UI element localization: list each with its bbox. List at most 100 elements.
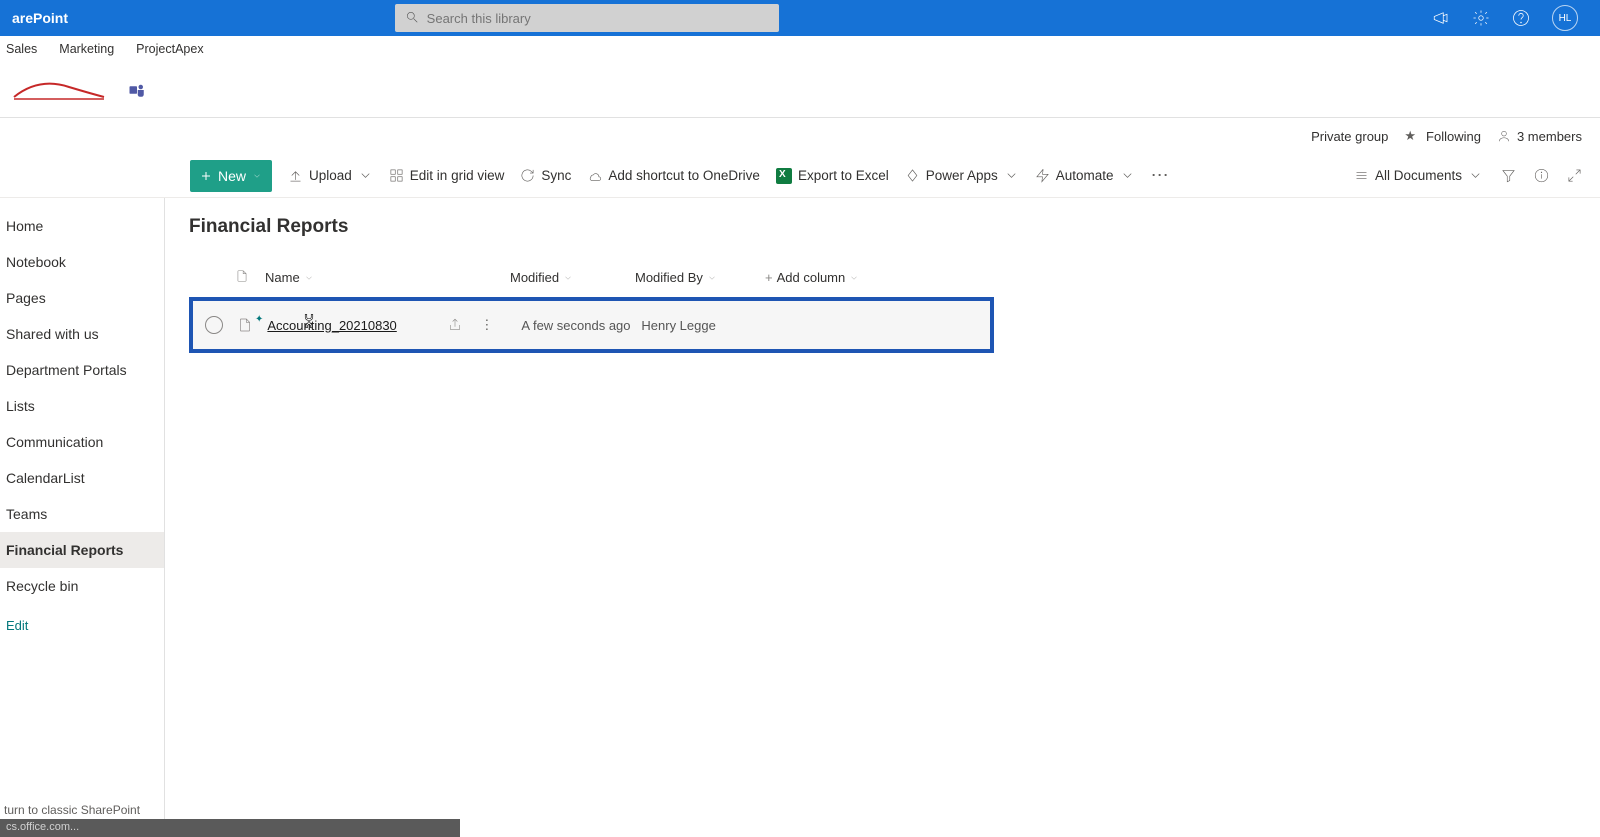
file-name-link[interactable]: Accounting_20210830 [267,318,442,333]
column-type [235,268,265,287]
filter-icon[interactable] [1501,168,1516,183]
column-modified-by[interactable]: Modified By [635,270,765,285]
search-icon [405,10,419,24]
suite-right: HL [1432,5,1592,31]
command-bar: New Upload Edit in grid view Sync Add sh… [0,154,1600,198]
chevron-down-icon [1004,168,1019,183]
row-more-button[interactable]: ⋮ [480,317,493,333]
view-label: All Documents [1375,168,1462,183]
sidebar-item-pages[interactable]: Pages [0,280,164,316]
upload-button[interactable]: Upload [288,168,373,183]
members-link[interactable]: 3 members [1497,129,1582,144]
group-type-label: Private group [1311,129,1388,144]
view-selector[interactable]: All Documents [1354,168,1483,183]
nav-tab-marketing[interactable]: Marketing [59,42,114,56]
shortcut-label: Add shortcut to OneDrive [608,168,760,183]
row-modified-by: Henry Legge [641,318,761,333]
file-icon [237,317,253,333]
power-apps-button[interactable]: Power Apps [905,168,1019,183]
export-label: Export to Excel [798,168,889,183]
automate-button[interactable]: Automate [1035,168,1135,183]
share-icon[interactable] [448,318,462,332]
sidebar-item-portals[interactable]: Department Portals [0,352,164,388]
new-button[interactable]: New [190,160,272,192]
sidebar-item-recycle[interactable]: Recycle bin [0,568,164,604]
site-header [0,62,1600,118]
status-bar: cs.office.com... [0,819,460,837]
search-wrap [395,4,779,32]
nav-tab-sales[interactable]: Sales [6,42,37,56]
star-icon: ★ [1404,128,1416,144]
excel-icon [776,168,792,184]
content-area: Financial Reports Name Modified Modified… [165,198,1600,837]
file-icon [235,268,249,284]
gear-icon[interactable] [1472,9,1490,27]
highlighted-row-frame: ✦ Accounting_20210830 ⋮ A few seconds ag… [189,297,994,353]
column-name-label: Name [265,270,300,285]
more-commands-button[interactable]: ⋯ [1151,165,1171,186]
chevron-down-icon [849,273,859,283]
sidebar-item-shared[interactable]: Shared with us [0,316,164,352]
chevron-down-icon [563,273,573,283]
help-icon[interactable] [1512,9,1530,27]
sidebar-item-financial-reports[interactable]: Financial Reports [0,532,164,568]
automate-icon [1035,168,1050,183]
edit-grid-label: Edit in grid view [410,168,505,183]
chevron-down-icon [358,168,373,183]
column-name[interactable]: Name [265,270,510,285]
classic-sharepoint-link[interactable]: turn to classic SharePoint [4,803,140,817]
new-indicator-icon: ✦ [255,314,263,325]
sidebar-item-calendar[interactable]: CalendarList [0,460,164,496]
grid-icon [389,168,404,183]
powerapps-icon [905,168,920,183]
group-info-bar: Private group ★ Following 3 members [0,118,1600,154]
upload-icon [288,168,303,183]
following-label: Following [1426,129,1481,144]
plus-icon [200,170,212,182]
automate-label: Automate [1056,168,1114,183]
column-modified-label: Modified [510,270,559,285]
suite-bar: arePoint HL [0,0,1600,36]
site-logo[interactable] [4,67,114,113]
column-add-label: Add column [777,270,846,285]
following-toggle[interactable]: ★ Following [1404,128,1481,144]
sidebar-edit-link[interactable]: Edit [0,604,164,643]
chevron-down-icon [304,273,314,283]
teams-icon[interactable] [128,81,146,99]
toolbar-right: All Documents [1354,168,1582,183]
sidebar-item-teams[interactable]: Teams [0,496,164,532]
sync-icon [520,168,535,183]
person-icon [1497,129,1511,143]
upload-label: Upload [309,168,352,183]
megaphone-icon[interactable] [1432,9,1450,27]
list-icon [1354,168,1369,183]
global-nav-tabs: Sales Marketing ProjectApex [0,36,1600,62]
column-modified[interactable]: Modified [510,270,635,285]
table-header: Name Modified Modified By + Add column [189,262,1600,293]
chevron-down-icon [707,273,717,283]
nav-tab-projectapex[interactable]: ProjectApex [136,42,203,56]
new-label: New [218,168,246,184]
chevron-down-icon [252,171,262,181]
powerapps-label: Power Apps [926,168,998,183]
sync-label: Sync [541,168,571,183]
sidebar: Home Notebook Pages Shared with us Depar… [0,198,165,837]
sidebar-item-home[interactable]: Home [0,208,164,244]
chevron-down-icon [1468,168,1483,183]
sidebar-item-lists[interactable]: Lists [0,388,164,424]
info-icon[interactable] [1534,168,1549,183]
expand-icon[interactable] [1567,168,1582,183]
row-select-circle[interactable] [205,316,223,334]
sync-button[interactable]: Sync [520,168,571,183]
export-excel-button[interactable]: Export to Excel [776,168,889,184]
edit-grid-button[interactable]: Edit in grid view [389,168,505,183]
column-add[interactable]: + Add column [765,270,859,285]
column-modifiedby-label: Modified By [635,270,703,285]
members-label: 3 members [1517,129,1582,144]
sidebar-item-communication[interactable]: Communication [0,424,164,460]
sidebar-item-notebook[interactable]: Notebook [0,244,164,280]
user-avatar[interactable]: HL [1552,5,1578,31]
search-input[interactable] [395,4,779,32]
add-shortcut-button[interactable]: Add shortcut to OneDrive [587,168,760,183]
table-row[interactable]: ✦ Accounting_20210830 ⋮ A few seconds ag… [193,301,990,349]
